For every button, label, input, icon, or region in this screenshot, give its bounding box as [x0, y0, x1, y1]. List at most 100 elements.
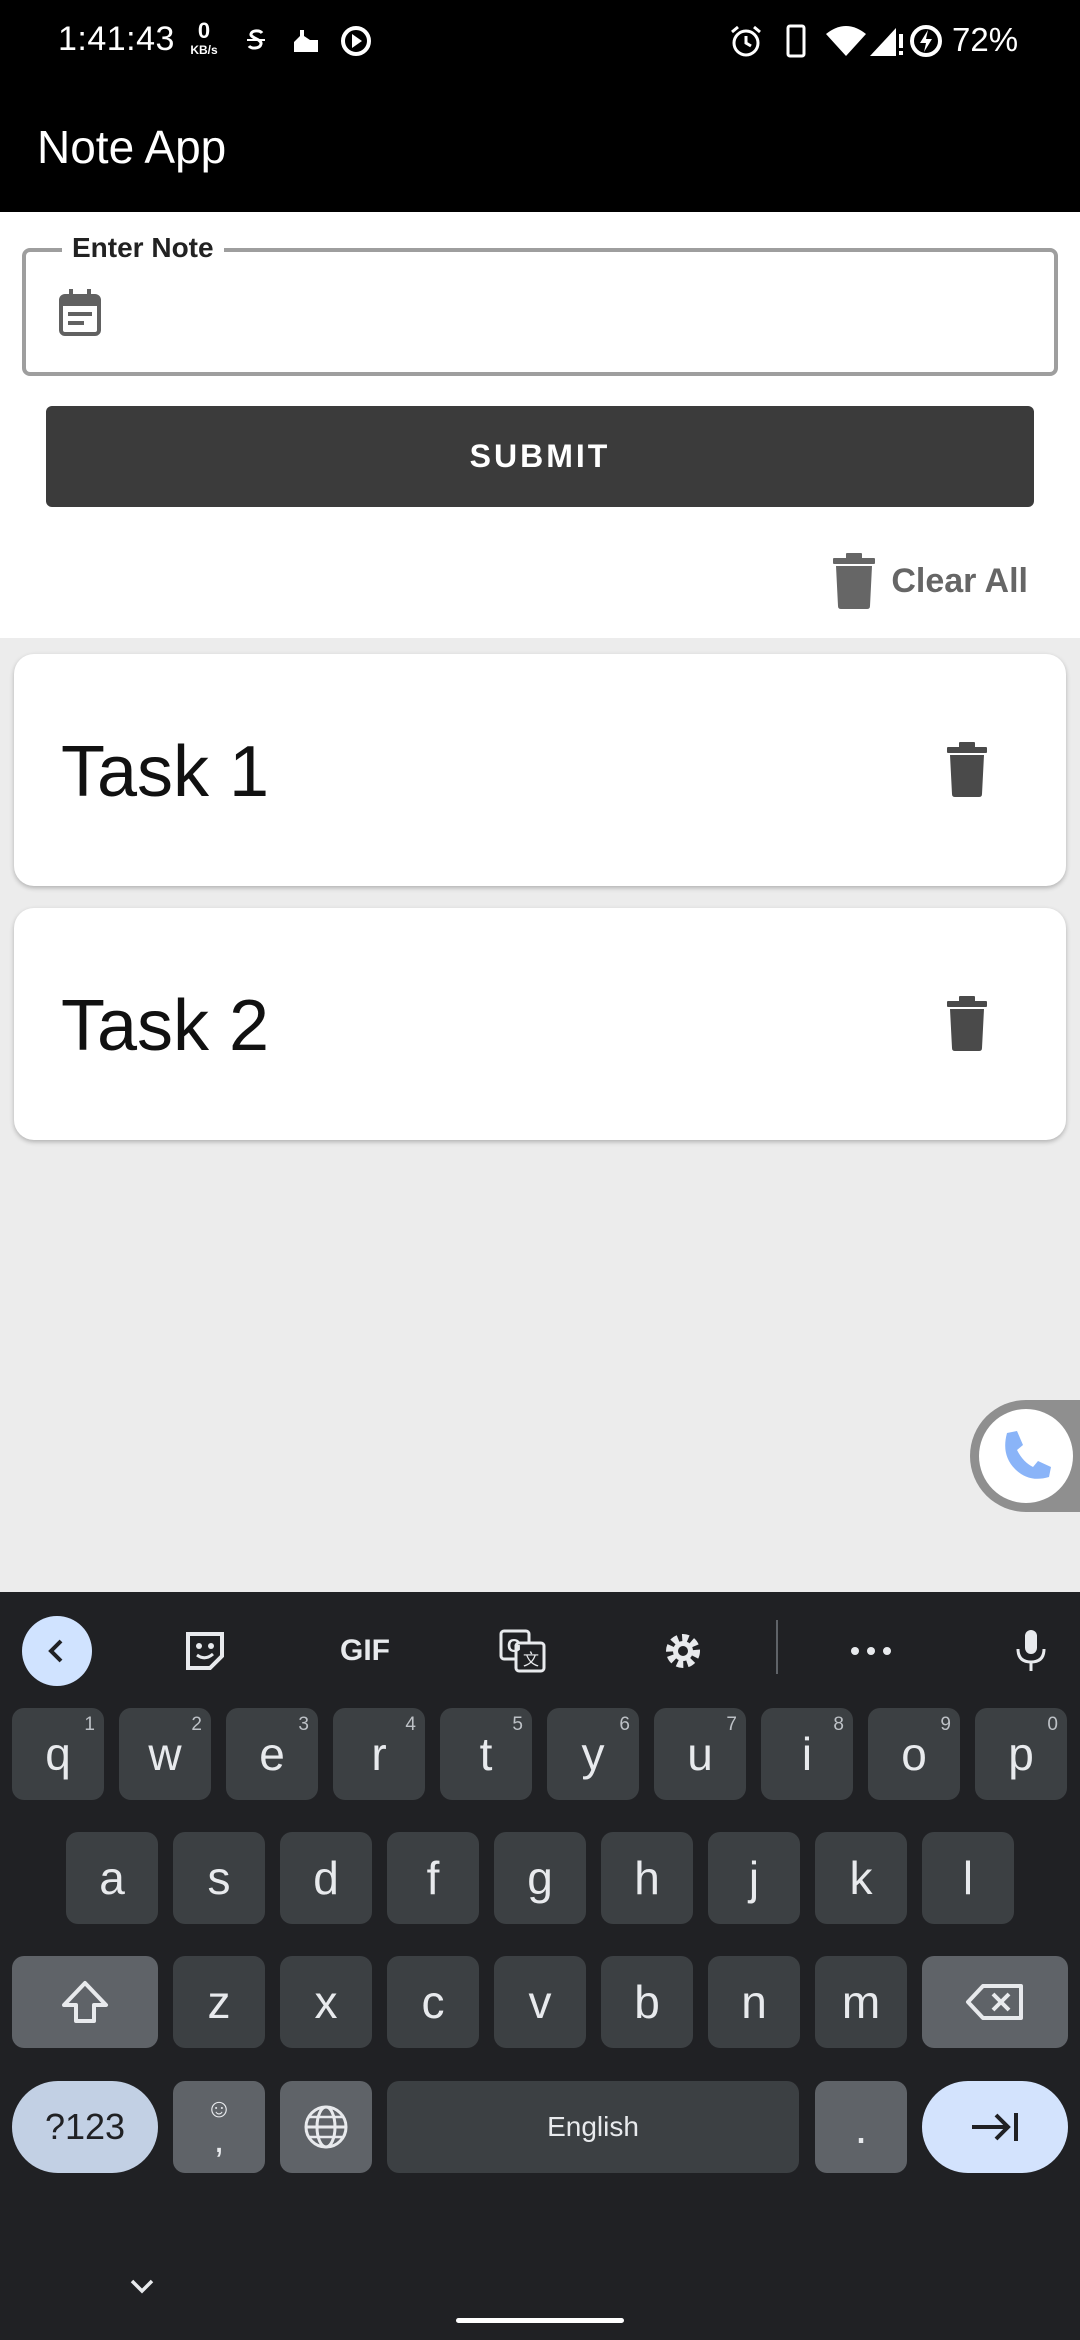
gear-icon: [666, 1634, 700, 1668]
media-play-icon: [341, 26, 371, 56]
gesture-navigation-bar[interactable]: [456, 2318, 624, 2323]
key-hint: 8: [833, 1714, 844, 1735]
key-label: r: [371, 1728, 387, 1780]
keyboard-hide-chevron-down-icon[interactable]: [124, 2268, 160, 2304]
cell-signal-icon: [870, 28, 903, 56]
chevron-left-icon: [48, 1639, 63, 1663]
toolbar-divider: [776, 1620, 778, 1674]
task-text: Task 1: [61, 732, 270, 812]
delete-task-trash-icon[interactable]: [946, 742, 988, 798]
tab-next-icon: [972, 2113, 1018, 2141]
key-label: u: [687, 1728, 713, 1780]
network-speed-unit: KB/s: [190, 43, 218, 57]
submit-button[interactable]: SUBMIT: [46, 406, 1034, 507]
key-j[interactable]: j: [708, 1832, 800, 1924]
task-card: Task 2: [14, 908, 1066, 1140]
app-title: Note App: [37, 121, 227, 173]
note-field-label: Enter Note: [62, 232, 224, 264]
translate-button[interactable]: G 文: [488, 1616, 558, 1686]
network-speed-value: 0: [197, 18, 211, 43]
network-speed: 0 KB/s: [184, 18, 224, 57]
key-hint: 4: [405, 1714, 416, 1735]
backspace-key[interactable]: [922, 1956, 1068, 2048]
wifi-icon: [826, 26, 866, 56]
key-label: e: [259, 1728, 285, 1780]
key-label: p: [1008, 1728, 1034, 1780]
key-label: w: [148, 1728, 182, 1780]
key-a[interactable]: a: [66, 1832, 158, 1924]
space-bar[interactable]: English: [387, 2081, 799, 2173]
key-r[interactable]: r4: [333, 1708, 425, 1800]
key-hint: 9: [940, 1714, 951, 1735]
key-f[interactable]: f: [387, 1832, 479, 1924]
key-s[interactable]: s: [173, 1832, 265, 1924]
key-t[interactable]: t5: [440, 1708, 532, 1800]
globe-icon: [304, 2105, 348, 2149]
key-e[interactable]: e3: [226, 1708, 318, 1800]
key-label: y: [581, 1728, 605, 1780]
floating-call-button[interactable]: [970, 1400, 1080, 1512]
svg-text:G: G: [507, 1636, 521, 1656]
clear-all-button[interactable]: Clear All: [831, 546, 1028, 616]
translate-icon: G 文: [499, 1629, 546, 1673]
notification-app-icon: [294, 30, 318, 52]
key-n[interactable]: n: [708, 1956, 800, 2048]
key-y[interactable]: y6: [547, 1708, 639, 1800]
shift-arrow-icon: [62, 1981, 108, 2023]
task-card: Task 1: [14, 654, 1066, 886]
more-horiz-icon: [851, 1647, 891, 1655]
more-options-button[interactable]: [836, 1616, 906, 1686]
phone-vibrate-icon: [786, 24, 806, 58]
key-label: t: [479, 1728, 493, 1780]
comma-emoji-key[interactable]: ☺ ,: [173, 2081, 265, 2173]
voice-input-button[interactable]: [996, 1616, 1066, 1686]
keyboard-settings-button[interactable]: [648, 1616, 718, 1686]
microphone-icon: [1016, 1630, 1046, 1671]
enter-key[interactable]: [922, 2081, 1068, 2173]
on-screen-keyboard: GIF G 文 q1 w2 e3 r4 t5 y6 u 7 i 8 o 9 p …: [0, 1592, 1080, 2340]
key-l[interactable]: l: [922, 1832, 1014, 1924]
note-field[interactable]: Enter Note: [22, 232, 1058, 376]
backspace-icon: [966, 1984, 1023, 2020]
key-v[interactable]: v: [494, 1956, 586, 2048]
key-d[interactable]: d: [280, 1832, 372, 1924]
shift-key[interactable]: [12, 1956, 158, 2048]
sticker-button[interactable]: [170, 1616, 240, 1686]
key-hint: 1: [84, 1714, 95, 1735]
period-key[interactable]: .: [815, 2081, 907, 2173]
note-input[interactable]: [126, 274, 1036, 350]
key-u[interactable]: u7: [654, 1708, 746, 1800]
key-x[interactable]: x: [280, 1956, 372, 2048]
battery-saver-icon: [910, 25, 942, 57]
key-hint: 7: [726, 1714, 737, 1735]
key-o[interactable]: o9: [868, 1708, 960, 1800]
clear-all-label: Clear All: [891, 561, 1028, 600]
key-hint: 6: [619, 1714, 630, 1735]
alarm-icon: [731, 25, 761, 57]
key-c[interactable]: c: [387, 1956, 479, 2048]
key-h[interactable]: h: [601, 1832, 693, 1924]
key-i[interactable]: i8: [761, 1708, 853, 1800]
key-hint: 5: [512, 1714, 523, 1735]
key-k[interactable]: k: [815, 1832, 907, 1924]
key-m[interactable]: m: [815, 1956, 907, 2048]
comma-label: ,: [213, 2119, 225, 2161]
key-p[interactable]: p0: [975, 1708, 1067, 1800]
keyboard-back-button[interactable]: [22, 1616, 92, 1686]
key-label: i: [801, 1728, 813, 1780]
language-key[interactable]: [280, 2081, 372, 2173]
key-q[interactable]: q1: [12, 1708, 104, 1800]
key-w[interactable]: w2: [119, 1708, 211, 1800]
key-hint: 3: [298, 1714, 309, 1735]
key-g[interactable]: g: [494, 1832, 586, 1924]
gif-button[interactable]: GIF: [330, 1616, 400, 1686]
delete-task-trash-icon[interactable]: [946, 996, 988, 1052]
key-hint: 0: [1047, 1714, 1058, 1735]
call-bubble-inner: [979, 1409, 1073, 1503]
key-z[interactable]: z: [173, 1956, 265, 2048]
notification-s-icon: [247, 29, 265, 50]
emoji-hint: ☺: [205, 2093, 233, 2123]
key-b[interactable]: b: [601, 1956, 693, 2048]
symbols-key[interactable]: ?123: [12, 2081, 158, 2173]
note-calendar-icon: [59, 289, 101, 336]
